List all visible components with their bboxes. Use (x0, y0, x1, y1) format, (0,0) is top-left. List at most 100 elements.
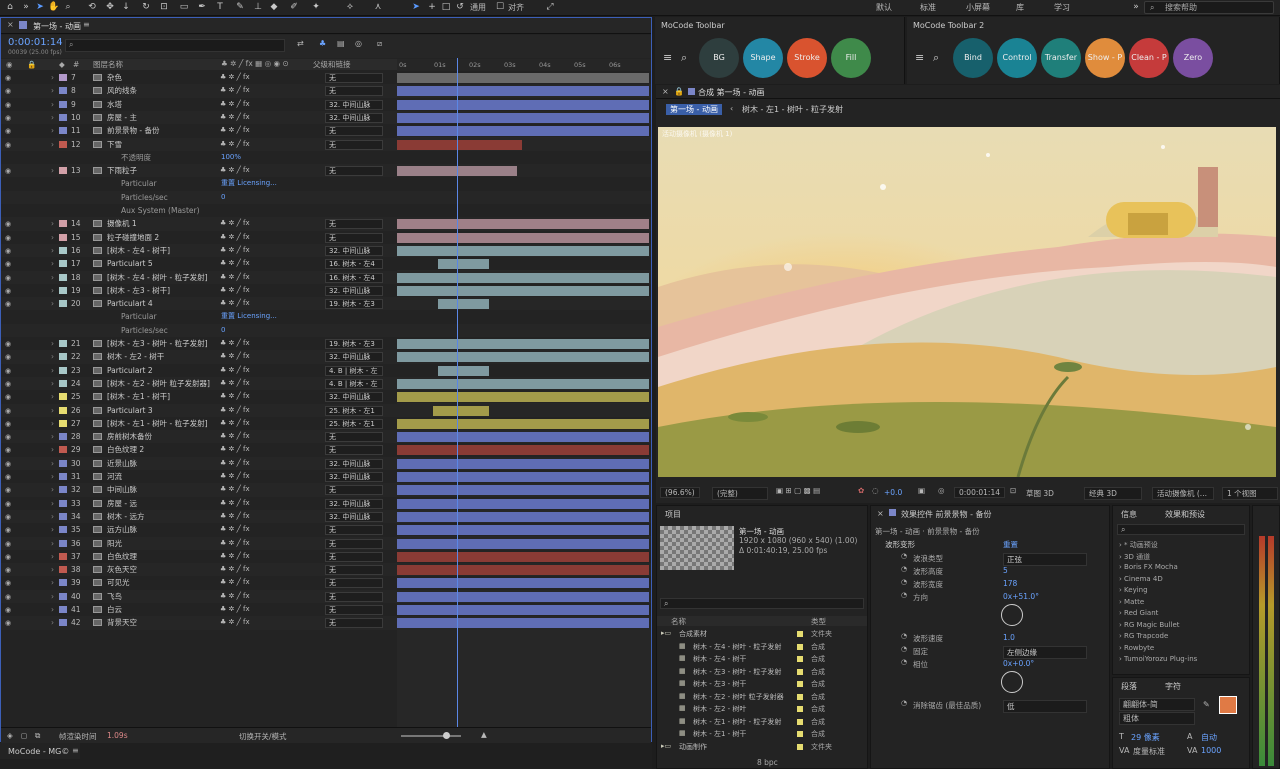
expand-chevron-icon[interactable]: › (51, 483, 54, 496)
eye-icon[interactable]: ◉ (5, 391, 15, 404)
paragraph-tab[interactable]: 段落 (1121, 681, 1137, 692)
layer-switches[interactable]: ♣ ✲ ╱ fx (220, 497, 305, 510)
project-list-item[interactable]: ▦ 树木 - 左2 - 树叶 粒子发射器 合成 (657, 691, 857, 703)
layer-switches[interactable]: ♣ ✲ ╱ fx (220, 603, 305, 616)
menu-icon[interactable]: ≡ (72, 746, 79, 755)
clone-stamp-icon[interactable]: ⊥ (252, 2, 264, 13)
label-color-icon[interactable] (59, 619, 67, 627)
layer-switches[interactable]: ♣ ✲ ╱ fx (220, 537, 305, 550)
layer-name[interactable]: Particulart 3 (107, 404, 217, 417)
expand-chevron-icon[interactable]: › (51, 337, 54, 350)
expand-chevron-icon[interactable]: › (51, 590, 54, 603)
layer-name[interactable]: [树木 - 左4 - 树干] (107, 244, 217, 257)
expand-icon[interactable]: ⤢ (544, 2, 556, 13)
layer-duration-bar[interactable] (437, 299, 489, 310)
layer-name[interactable]: 白色纹理 2 (107, 443, 217, 456)
eye-icon[interactable]: ◉ (5, 365, 15, 378)
label-color-icon[interactable] (59, 74, 67, 81)
layer-row[interactable]: ◉ 29 › 白色纹理 2 ♣ ✲ ╱ fx 无 (1, 443, 651, 457)
mocode2-showp-button[interactable]: Show - P (1085, 38, 1125, 78)
graph-icon[interactable]: ⧉ (35, 731, 40, 741)
eraser-icon[interactable]: ◆ (268, 2, 280, 13)
parent-select[interactable]: 32. 中间山脉 (325, 285, 383, 296)
hand-tool-icon[interactable]: ✋ (48, 2, 60, 13)
layer-row[interactable]: ◉ 41 › 白云 ♣ ✲ ╱ fx 无 (1, 603, 651, 617)
layer-name[interactable]: 下雨粒子 (107, 164, 217, 177)
resolution-select[interactable]: (完整) (712, 487, 768, 500)
layer-switches[interactable]: ♣ ✲ ╱ fx (220, 377, 305, 390)
layer-name[interactable]: [树木 - 左4 - 树叶 - 粒子发射] (107, 271, 217, 284)
stopwatch-icon[interactable]: ◔ (901, 632, 907, 640)
property-value[interactable]: 100% (221, 151, 241, 164)
layer-row[interactable]: ◉ 32 › 中间山脉 ♣ ✲ ╱ fx 无 (1, 483, 651, 497)
graph-editor-icon[interactable]: ⧄ (377, 39, 382, 49)
eye-icon[interactable]: ◉ (5, 405, 15, 418)
fill-color-swatch[interactable] (1219, 696, 1237, 714)
eye-icon[interactable]: ◉ (5, 471, 15, 484)
show-channel-icon[interactable]: ◎ (938, 486, 945, 495)
parent-select[interactable]: 32. 中间山脉 (325, 458, 383, 469)
layer-row[interactable]: ◉ 28 › 房前树木备份 ♣ ✲ ╱ fx 无 (1, 430, 651, 444)
eye-icon[interactable]: ◉ (5, 498, 15, 511)
layer-row[interactable]: ◉ 25 › [树木 - 左1 - 树干] ♣ ✲ ╱ fx 32. 中间山脉 (1, 390, 651, 404)
layer-switches[interactable]: ♣ ✲ ╱ fx (220, 590, 305, 603)
parent-select[interactable]: 4. B | 树木 - 左 (325, 378, 383, 389)
parent-select[interactable]: 无 (325, 166, 383, 177)
expand-chevron-icon[interactable]: › (51, 297, 54, 310)
eye-icon[interactable]: ◉ (5, 338, 15, 351)
layer-switches[interactable]: ♣ ✲ ╱ fx (220, 297, 305, 310)
stopwatch-icon[interactable]: ◔ (901, 552, 907, 560)
layer-row[interactable]: ◉ 16 › [树木 - 左4 - 树干] ♣ ✲ ╱ fx 32. 中间山脉 (1, 243, 651, 258)
label-color-icon[interactable] (59, 512, 67, 520)
expand-chevron-icon[interactable]: › (51, 470, 54, 483)
parent-select[interactable]: 32. 中间山脉 (325, 112, 383, 123)
parent-select[interactable]: 无 (325, 219, 383, 230)
property-value[interactable]: 1.0 (1003, 633, 1015, 642)
expand-chevron-icon[interactable]: › (51, 390, 54, 403)
layer-name[interactable]: Particulart 5 (107, 257, 217, 270)
layer-duration-bar[interactable] (397, 432, 649, 443)
layer-duration-bar[interactable] (397, 126, 649, 137)
layer-row[interactable]: ◉ 20 › Particulart 4 ♣ ✲ ╱ fx 19. 树木 - 左3 (1, 297, 651, 311)
home-icon[interactable]: ⌂ (4, 2, 16, 13)
parent-select[interactable]: 无 (325, 565, 383, 576)
layer-name[interactable]: 前景景物 - 备份 (107, 124, 217, 137)
expand-chevron-icon[interactable]: › (51, 350, 54, 363)
layer-duration-bar[interactable] (397, 458, 649, 469)
layer-row[interactable]: ◉ 27 › [树木 - 左1 - 树叶 - 粒子发射] ♣ ✲ ╱ fx 25. 树木 … (1, 416, 651, 431)
layer-row[interactable]: ◉ 23 › Particulart 2 ♣ ✲ ╱ fx 4. B | 树木 - 左 (1, 363, 651, 378)
layer-row[interactable]: ◉ 38 › 灰色天空 ♣ ✲ ╱ fx 无 (1, 563, 651, 577)
layer-duration-bar[interactable] (437, 259, 489, 270)
draft-3d[interactable]: 草图 3D (1026, 488, 1054, 499)
parent-select[interactable]: 无 (325, 485, 383, 496)
layer-name[interactable]: [树木 - 左3 - 树干] (107, 284, 217, 297)
expand-chevron-icon[interactable]: › (51, 217, 54, 230)
kerning[interactable]: 度量标准 (1133, 746, 1165, 757)
label-color-icon[interactable] (59, 406, 67, 414)
eye-icon[interactable]: ◉ (5, 617, 15, 630)
time-ruler[interactable]: 0s 01s 02s 03s 04s 05s 06s (397, 59, 651, 71)
eye-icon[interactable]: ◉ (5, 72, 15, 85)
label-color-icon[interactable] (59, 286, 67, 294)
anchor-down-icon[interactable]: ↓ (120, 2, 132, 13)
eye-icon[interactable]: ◉ (5, 125, 15, 138)
label-color-icon[interactable] (59, 539, 67, 547)
layer-duration-bar[interactable] (397, 605, 649, 615)
layer-duration-bar[interactable] (397, 498, 649, 509)
pan-behind-icon[interactable]: ⊡ (158, 2, 170, 13)
eye-icon[interactable]: ◉ (5, 511, 15, 524)
search-icon[interactable]: ⌕ (933, 51, 939, 65)
font-size[interactable]: 29 像素 (1131, 732, 1160, 743)
mocode2-control-button[interactable]: Control (997, 38, 1037, 78)
add-icon[interactable]: + (426, 2, 438, 13)
move-tool-icon[interactable]: ✥ (104, 2, 116, 13)
parent-select[interactable]: 无 (325, 232, 383, 243)
layer-row[interactable]: ◉ 13 › 下雨粒子 ♣ ✲ ╱ fx 无 (1, 164, 651, 178)
eye-icon[interactable]: ◉ (5, 604, 15, 617)
property-name[interactable]: Particular (121, 310, 231, 323)
eye-icon[interactable]: ◉ (5, 139, 15, 152)
label-color-icon[interactable] (59, 366, 67, 374)
workspace-learn[interactable]: 学习 (1054, 2, 1070, 13)
layer-switches[interactable]: ♣ ✲ ╱ fx (220, 164, 305, 177)
preset-category[interactable]: › Rowbyte (1119, 644, 1154, 652)
